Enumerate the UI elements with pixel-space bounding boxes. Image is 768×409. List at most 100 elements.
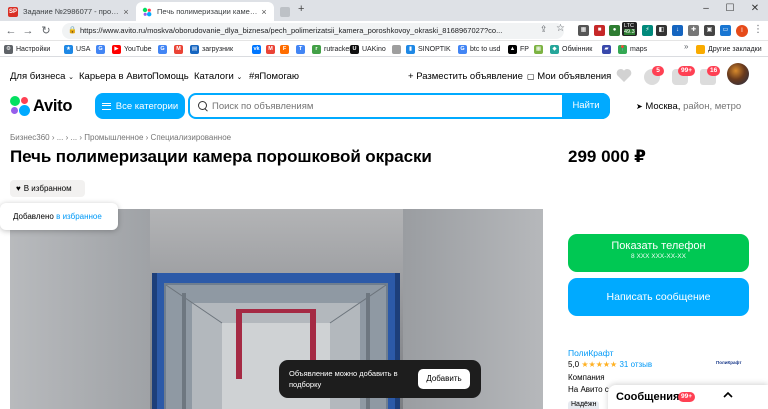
bookmark-label: Другие закладки (708, 45, 762, 53)
bookmark-fp[interactable]: ▲ FP (508, 43, 529, 55)
bookmark-label: maps (630, 45, 648, 53)
bookmark-gmail[interactable]: M (266, 43, 278, 55)
bookmark-settings[interactable]: ⚙ Настройки (4, 43, 50, 55)
translate-icon: T (296, 44, 305, 54)
bookmark-usa[interactable]: ★ USA (64, 43, 90, 55)
extension-icon[interactable]: ▦ (578, 25, 589, 36)
bookmarks-overflow-icon[interactable]: » (684, 42, 688, 51)
address-bar[interactable]: 🔒 https://www.avito.ru/moskva/oborudovan… (62, 23, 564, 39)
bookmark-uakino[interactable]: U UAKino (350, 43, 386, 55)
bookmark-gmail-red[interactable]: M (174, 43, 186, 55)
nav-business-label: Для бизнеса (10, 71, 66, 82)
user-avatar[interactable] (727, 63, 749, 85)
extension-icon[interactable]: ● (609, 25, 620, 36)
reviews-link[interactable]: 31 отзыв (619, 360, 652, 369)
profile-avatar[interactable]: I (736, 25, 748, 37)
bookmark-green[interactable]: ▦ (534, 43, 546, 55)
tab-blank[interactable] (276, 2, 296, 21)
folder-icon: ▤ (190, 44, 199, 54)
bookmark-sinoptik[interactable]: ▮ SINOPTIK (406, 43, 451, 55)
extension-icon[interactable]: ▭ (720, 25, 731, 36)
bookmark-google[interactable]: G (158, 43, 170, 55)
share-icon[interactable]: ⇪ (540, 24, 548, 35)
reload-icon[interactable]: ↻ (38, 23, 54, 39)
location-city: Москва, (645, 101, 681, 112)
bookmark-youtube[interactable]: ▶ YouTube (112, 43, 152, 55)
avito-logo[interactable]: Avito (10, 96, 72, 116)
seller-name[interactable]: ПолиКрафт (568, 348, 613, 358)
star-bookmark-icon[interactable]: ☆ (556, 23, 565, 34)
bookmark-blue[interactable]: ▰ (602, 43, 614, 55)
new-tab-icon[interactable]: + (298, 3, 304, 15)
back-icon[interactable]: ← (3, 23, 19, 39)
usa-flag-icon: ★ (64, 44, 73, 54)
notifications-badge: 5 (652, 66, 664, 76)
heart-icon: ♥ (16, 184, 21, 193)
add-to-collection-button[interactable]: Добавить (418, 369, 470, 389)
bookmark-label: rutracker (324, 45, 352, 53)
nav-catalogs[interactable]: Каталоги ⌄ (194, 71, 242, 82)
close-window-icon[interactable]: ✕ (743, 0, 767, 18)
bookmark-rutracker[interactable]: r rutracker (312, 43, 352, 55)
extension-icon[interactable]: ■ (594, 25, 605, 36)
ads-icon: ▢ (527, 72, 535, 81)
bookmark-google[interactable]: G (96, 43, 108, 55)
bookmark-translate[interactable]: T (296, 43, 308, 55)
close-tab-icon[interactable]: × (258, 7, 270, 17)
bookmark-exchange[interactable]: ◆ Обмінник (550, 43, 592, 55)
nav-helping[interactable]: #яПомогаю (249, 71, 299, 82)
bookmark-maps[interactable]: 📍 maps (618, 43, 647, 55)
favorites-heart-icon[interactable] (616, 68, 632, 86)
my-ads-link[interactable]: ▢ Мои объявления (527, 71, 611, 82)
menu-kebab-icon[interactable]: ⋮ (753, 24, 763, 35)
bookmark-icon: ▲ (508, 44, 517, 54)
nav-career[interactable]: Карьера в Авито (79, 71, 152, 82)
search-button[interactable]: Найти (562, 93, 610, 119)
breadcrumb[interactable]: Бизнес360 › ... › ... › Промышленное › С… (10, 133, 231, 142)
tab-task[interactable]: SP Задание №2986077 - просмотр з × (2, 2, 136, 21)
favorite-button[interactable]: ♥ В избранном (10, 180, 85, 197)
tab-avito[interactable]: Печь полимеризации камера по × (136, 2, 274, 21)
bookmark-vk[interactable]: vk (252, 43, 264, 55)
bookmark-icon: U (350, 44, 359, 54)
puzzle-extensions-icon[interactable]: ✚ (688, 25, 699, 36)
messages-panel[interactable]: Сообщения 99+ (608, 385, 768, 409)
extension-icon[interactable]: ▣ (704, 25, 715, 36)
seller-logo[interactable]: ПолиКрафт (716, 360, 744, 367)
bookmark-label: загрузник (202, 45, 234, 53)
seller-type: Компания (568, 373, 605, 382)
ltc-ticker-badge[interactable]: LTC 49.3 (622, 22, 637, 36)
bookmark-btc[interactable]: Gbtc to usd (458, 43, 500, 55)
minimize-icon[interactable]: – (694, 0, 718, 18)
price: 299 000 ₽ (568, 147, 647, 166)
forward-icon[interactable]: → (20, 23, 36, 39)
show-phone-button[interactable]: Показать телефон 8 XXX XXX-XX-XX (568, 234, 749, 272)
bookmark-loader[interactable]: ▤ загрузник (190, 43, 233, 55)
extension-icon[interactable]: ⚡ (642, 25, 653, 36)
search-input[interactable] (212, 95, 557, 117)
bookmark-empty[interactable] (392, 43, 404, 55)
post-ad-link[interactable]: + Разместить объявление (408, 71, 523, 82)
youtube-icon: ▶ (112, 44, 121, 54)
extension-icon[interactable]: ◧ (656, 25, 667, 36)
download-extension-icon[interactable]: ↓ (672, 25, 683, 36)
ltc-value: 49.3 (624, 29, 635, 35)
all-categories-button[interactable]: Все категории (95, 93, 185, 119)
favorites-link[interactable]: в избранное (56, 212, 102, 221)
write-message-button[interactable]: Написать сообщение (568, 278, 749, 316)
nav-business[interactable]: Для бизнеса ⌄ (10, 71, 74, 82)
bookmark-label: SINOPTIK (418, 45, 451, 53)
maximize-icon[interactable]: ☐ (718, 0, 742, 18)
bookmark-orange[interactable]: F (280, 43, 292, 55)
plus-icon: + (408, 71, 414, 82)
page-title: Печь полимеризации камера порошковой окр… (10, 147, 432, 166)
close-tab-icon[interactable]: × (120, 7, 132, 17)
avito-logo-icon (10, 96, 30, 116)
gmail-icon: M (266, 44, 275, 54)
other-bookmarks[interactable]: Другие закладки (696, 43, 762, 55)
bookmark-icon: ▮ (406, 44, 415, 54)
nav-catalogs-label: Каталоги (194, 71, 234, 82)
location-selector[interactable]: ➤ Москва, район, метро (636, 101, 741, 112)
nav-help[interactable]: Помощь (152, 71, 189, 82)
chevron-up-icon[interactable] (722, 389, 734, 401)
